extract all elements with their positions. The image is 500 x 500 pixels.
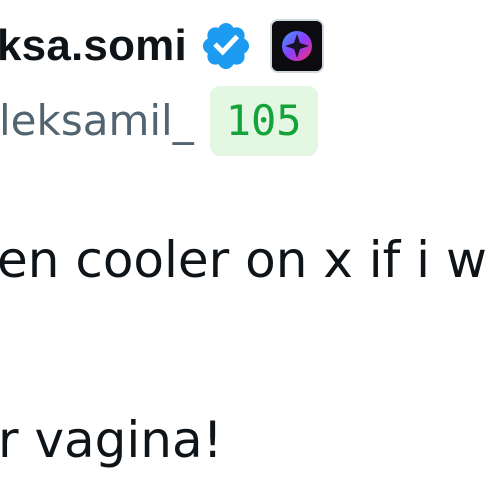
author-name-row: ksa.somi — [0, 14, 324, 78]
affiliate-sparkle-icon[interactable] — [269, 19, 324, 73]
author-handle-row: leksamil_ 105 — [0, 86, 318, 156]
count-badge: 105 — [209, 86, 318, 156]
display-name[interactable]: ksa.somi — [0, 14, 187, 78]
tweet-card: ksa.somi leksamil_ 105 en cooler on x if… — [0, 0, 500, 500]
verified-check-icon[interactable] — [199, 19, 253, 73]
author-handle[interactable]: leksamil_ — [0, 86, 194, 156]
tweet-text-line-2: r vagina! — [0, 411, 223, 469]
tweet-text-line-1: en cooler on x if i w — [0, 231, 487, 289]
